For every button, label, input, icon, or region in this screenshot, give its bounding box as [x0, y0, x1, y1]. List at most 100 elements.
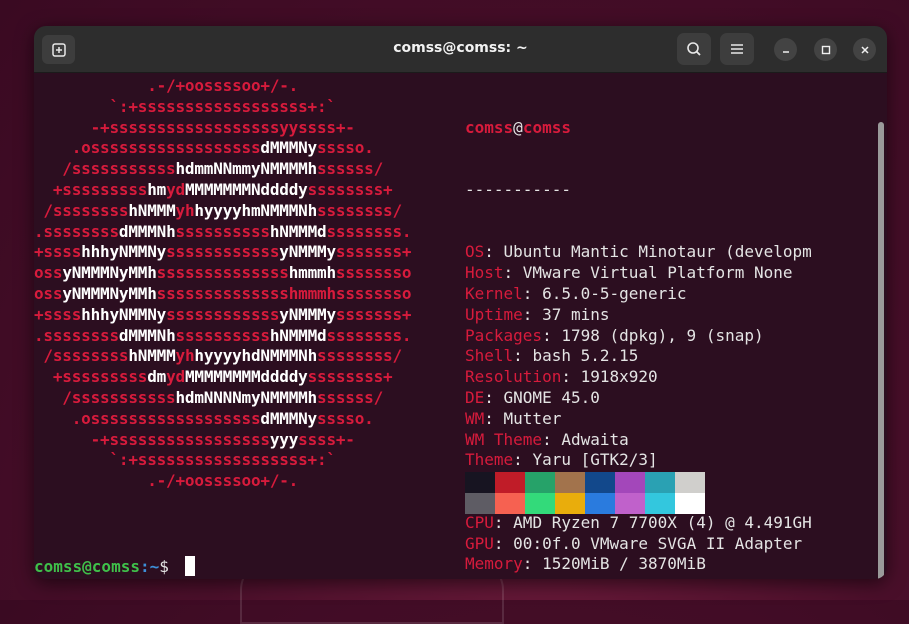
logo-segment: ssssssss+	[307, 179, 393, 199]
logo-segment: .-/+oossssoo+/-.	[34, 76, 299, 95]
logo-segment: sssssss+	[335, 242, 412, 262]
minimize-icon	[782, 50, 789, 53]
info-value: AMD Ryzen 7 7700X (4) @ 4.491GH	[513, 512, 812, 532]
logo-segment: ssssssssss	[175, 325, 271, 345]
shell-prompt[interactable]: comss@comss:~$	[34, 556, 195, 578]
prompt-symbol: $	[159, 557, 179, 576]
info-value: 1918x920	[580, 367, 658, 387]
info-label: Uptime	[465, 304, 523, 324]
logo-segment: -+ssssssssssssssssssyyssss+-	[34, 117, 355, 137]
logo-segment: ssssss/	[317, 387, 384, 407]
logo-line: .-/+oossssoo+/-.	[34, 471, 454, 492]
palette-swatch	[645, 493, 675, 514]
logo-segment: ssss+-	[298, 429, 355, 449]
palette-swatch	[525, 472, 555, 493]
info-label: Packages	[465, 325, 543, 345]
info-colon: :	[493, 533, 514, 553]
logo-segment: `:+ssssssssssssssssss+:`	[34, 450, 336, 470]
info-row: WM Theme: Adwaita	[465, 430, 875, 451]
info-row: Host: VMware Virtual Platform None	[465, 263, 875, 284]
info-row: Uptime: 37 mins	[465, 305, 875, 326]
info-label: WM	[465, 408, 485, 428]
prompt-path: :~	[139, 557, 160, 576]
info-label: Theme	[465, 450, 514, 470]
info-colon: :	[513, 450, 533, 470]
separator-line: -----------	[465, 179, 571, 199]
logo-segment: .ssssssss	[34, 221, 119, 241]
info-value: GNOME 45.0	[503, 387, 600, 407]
search-button[interactable]	[677, 33, 711, 65]
logo-line: /sssssssshNMMMyhhyyyyhmNMMMNhssssssss/	[34, 201, 454, 222]
info-colon: :	[513, 346, 533, 366]
logo-segment: yNMMMNyMMh	[62, 283, 157, 303]
palette-swatch	[525, 493, 555, 514]
close-button[interactable]	[853, 38, 876, 61]
info-label: CPU	[465, 512, 494, 532]
logo-line: /ssssssssssshdmNNNNmyNMMMMhssssss/	[34, 388, 454, 409]
info-row: Memory: 1520MiB / 3870MiB	[465, 554, 875, 575]
info-label: Host	[465, 263, 504, 283]
logo-segment: dm	[147, 367, 167, 387]
info-colon: :	[484, 408, 504, 428]
logo-segment: yNMMMNyMMh	[62, 263, 157, 283]
info-label: Resolution	[465, 367, 562, 387]
info-label: Kernel	[465, 283, 523, 303]
info-label: GPU	[465, 533, 494, 553]
info-colon: :	[484, 387, 504, 407]
logo-segment: .ssssssss	[34, 325, 119, 345]
info-value: bash 5.2.15	[532, 346, 639, 366]
info-colon: :	[522, 304, 543, 324]
info-colon: :	[542, 429, 562, 449]
logo-line: -+sssssssssssssssssyyyssss+-	[34, 430, 454, 451]
user-host-line: comss@comss	[465, 118, 875, 139]
info-label: Shell	[465, 346, 514, 366]
info-colon: :	[484, 242, 504, 262]
info-colon: :	[493, 512, 514, 532]
logo-line: +sssshhhyNMMNyssssssssssssyNMMMysssssss+	[34, 305, 454, 326]
info-value: Yaru [GTK2/3]	[532, 450, 658, 470]
logo-segment: ssssssss/	[317, 200, 402, 220]
info-row: WM: Mutter	[465, 409, 875, 430]
palette-swatch	[585, 493, 615, 514]
info-value: 6.5.0-5-generic	[542, 283, 687, 303]
search-icon	[687, 42, 701, 56]
scrollbar[interactable]	[878, 122, 884, 579]
title-bar[interactable]: comss@comss: ~	[34, 26, 887, 73]
logo-line: .ossssssssssssssssssdMMMNysssso.	[34, 409, 454, 430]
logo-line: .ossssssssssssssssssdMMMNysssso.	[34, 138, 454, 159]
logo-segment: yyy	[269, 429, 299, 449]
logo-segment: yd	[166, 179, 185, 199]
info-host: comss	[522, 117, 571, 137]
logo-segment: /ssssssss	[34, 200, 129, 220]
info-label: WM Theme	[465, 429, 543, 449]
logo-segment: yd	[166, 367, 185, 387]
logo-segment: hNMMMd	[269, 325, 327, 345]
logo-line: .ssssssssdMMMNhsssssssssshNMMMdssssssss.	[34, 326, 454, 347]
info-row: Packages: 1798 (dpkg), 9 (snap)	[465, 326, 875, 347]
info-row: Theme: Yaru [GTK2/3]	[465, 450, 875, 471]
maximize-icon	[821, 45, 830, 54]
logo-segment: .-/+oossssoo+/-.	[34, 471, 299, 491]
logo-segment: hNMMMd	[269, 221, 327, 241]
menu-button[interactable]	[720, 33, 754, 65]
logo-segment: ssssssssss	[175, 221, 271, 241]
maximize-button[interactable]	[814, 38, 837, 61]
info-value: VMware Virtual Platform None	[522, 263, 793, 283]
info-row: Resolution: 1918x920	[465, 367, 875, 388]
logo-line: `:+ssssssssssssssssss+:`	[34, 97, 454, 118]
logo-segment: oss	[34, 263, 63, 283]
info-value: Adwaita	[561, 429, 629, 449]
terminal-output[interactable]: .-/+oossssoo+/-. `:+ssssssssssssssssss+:…	[34, 72, 887, 579]
minimize-button[interactable]	[774, 38, 797, 61]
logo-segment: `:+ssssssssssssssssss+:`	[34, 96, 336, 116]
palette-swatch	[495, 472, 525, 493]
logo-segment: ssssssso	[335, 263, 412, 283]
ubuntu-ascii-logo: .-/+oossssoo+/-. `:+ssssssssssssssssss+:…	[34, 76, 454, 492]
info-colon: :	[522, 554, 543, 574]
logo-line: /sssssssshNMMMyhhyyyyhdNMMMNhssssssss/	[34, 346, 454, 367]
prompt-user-host: comss@comss	[34, 557, 140, 576]
hamburger-menu-icon	[731, 44, 743, 54]
info-label: Memory	[465, 554, 523, 574]
close-icon	[860, 45, 869, 54]
logo-segment: +ssss	[34, 242, 82, 262]
